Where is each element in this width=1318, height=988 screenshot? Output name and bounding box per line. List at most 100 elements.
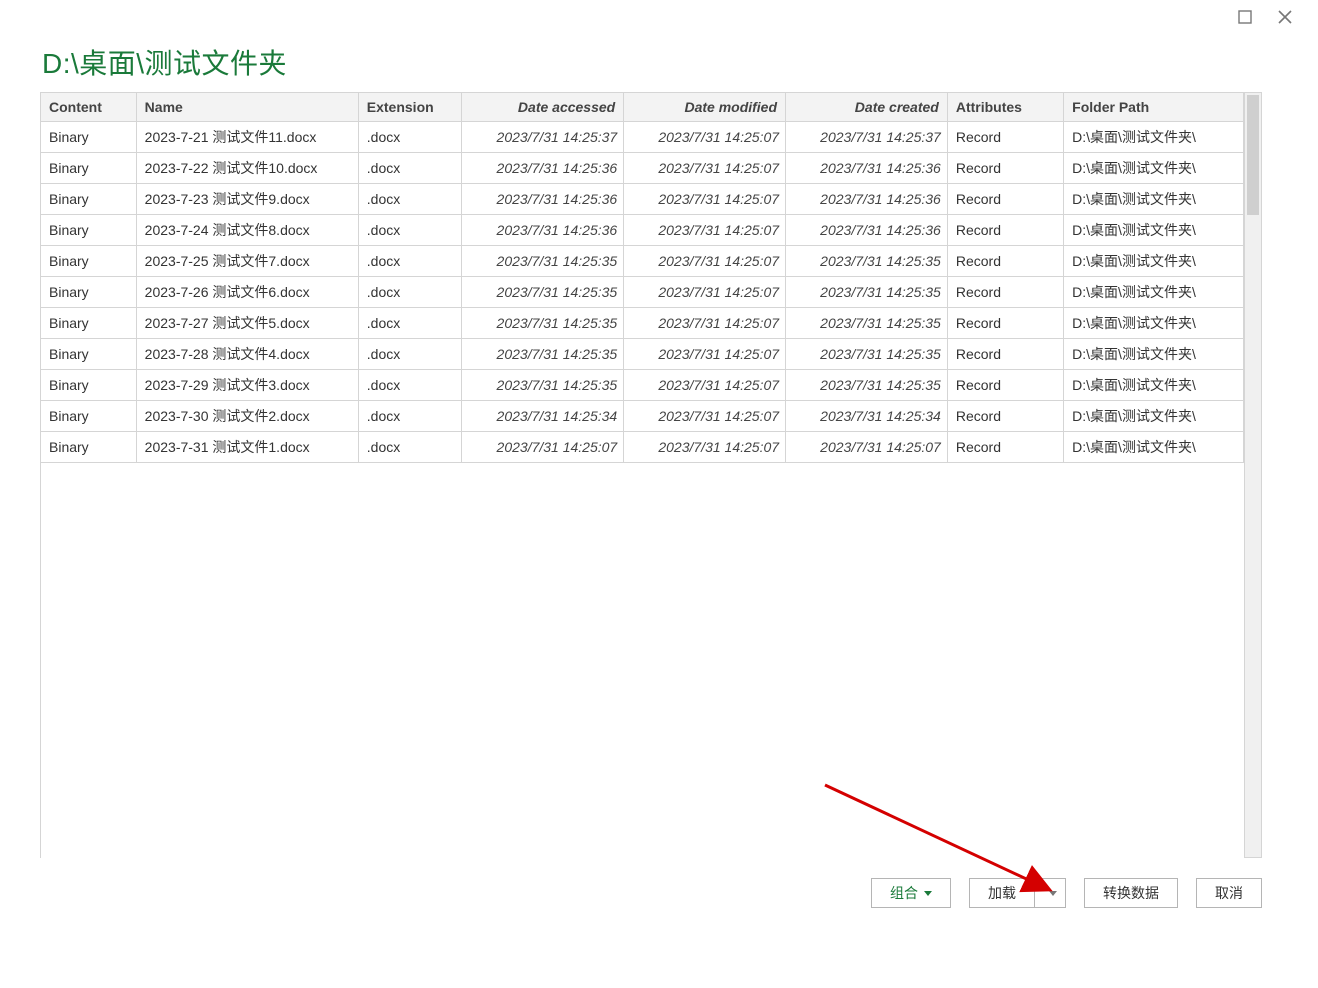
chevron-down-icon xyxy=(1049,891,1057,896)
table-row[interactable]: Binary2023-7-21 测试文件11.docx.docx 2023/7/3… xyxy=(41,122,1244,153)
cell-date-accessed: 2023/7/31 14:25:36 xyxy=(462,153,624,184)
dialog-window: D:\桌面\测试文件夹 Content Name Extension Date … xyxy=(0,0,1318,988)
cancel-button[interactable]: 取消 xyxy=(1196,878,1262,908)
cell-date-accessed: 2023/7/31 14:25:36 xyxy=(462,215,624,246)
scrollbar-thumb[interactable] xyxy=(1247,95,1259,215)
cell-date-created: 2023/7/31 14:25:35 xyxy=(786,246,948,277)
cell-date-created: 2023/7/31 14:25:34 xyxy=(786,401,948,432)
load-button[interactable]: 加载 xyxy=(969,878,1034,908)
cell-content: Binary xyxy=(41,308,136,339)
col-folder-path[interactable]: Folder Path xyxy=(1064,93,1244,122)
cell-content: Binary xyxy=(41,246,136,277)
cell-attributes: Record xyxy=(947,246,1063,277)
cell-date-created: 2023/7/31 14:25:36 xyxy=(786,184,948,215)
cell-date-accessed: 2023/7/31 14:25:35 xyxy=(462,339,624,370)
close-button[interactable] xyxy=(1276,8,1294,26)
table-row[interactable]: Binary2023-7-23 测试文件9.docx.docx2023/7/31… xyxy=(41,184,1244,215)
cell-folder-path: D:\桌面\测试文件夹\ xyxy=(1064,184,1244,215)
cell-content: Binary xyxy=(41,184,136,215)
combine-button[interactable]: 组合 xyxy=(871,878,951,908)
cell-extension: .docx xyxy=(358,370,462,401)
cell-extension: .docx xyxy=(358,246,462,277)
cell-date-created: 2023/7/31 14:25:36 xyxy=(786,153,948,184)
cell-folder-path: D:\桌面\测试文件夹\ xyxy=(1064,308,1244,339)
cell-date-accessed: 2023/7/31 14:25:35 xyxy=(462,370,624,401)
cell-folder-path: D:\桌面\测试文件夹\ xyxy=(1064,246,1244,277)
cell-name: 2023-7-31 测试文件1.docx xyxy=(136,432,358,463)
folder-path-title: D:\桌面\测试文件夹 xyxy=(42,42,287,82)
cell-extension: .docx xyxy=(358,277,462,308)
cell-attributes: Record xyxy=(947,370,1063,401)
cell-extension: .docx xyxy=(358,339,462,370)
transform-label: 转换数据 xyxy=(1103,883,1159,903)
cell-date-created: 2023/7/31 14:25:36 xyxy=(786,215,948,246)
cell-content: Binary xyxy=(41,215,136,246)
table-row[interactable]: Binary2023-7-25 测试文件7.docx.docx2023/7/31… xyxy=(41,246,1244,277)
cell-name: 2023-7-26 测试文件6.docx xyxy=(136,277,358,308)
col-date-accessed[interactable]: Date accessed xyxy=(462,93,624,122)
table-row[interactable]: Binary2023-7-30 测试文件2.docx.docx2023/7/31… xyxy=(41,401,1244,432)
cell-content: Binary xyxy=(41,401,136,432)
cell-date-accessed: 2023/7/31 14:25:35 xyxy=(462,308,624,339)
cell-attributes: Record xyxy=(947,401,1063,432)
cell-name: 2023-7-30 测试文件2.docx xyxy=(136,401,358,432)
cell-date-accessed: 2023/7/31 14:25:34 xyxy=(462,401,624,432)
cell-date-created: 2023/7/31 14:25:35 xyxy=(786,308,948,339)
cell-date-modified: 2023/7/31 14:25:07 xyxy=(624,153,786,184)
table-row[interactable]: Binary2023-7-26 测试文件6.docx.docx2023/7/31… xyxy=(41,277,1244,308)
cell-name: 2023-7-21 测试文件11.docx xyxy=(136,122,358,153)
cell-folder-path: D:\桌面\测试文件夹\ xyxy=(1064,153,1244,184)
table-row[interactable]: Binary2023-7-31 测试文件1.docx.docx2023/7/31… xyxy=(41,432,1244,463)
cell-name: 2023-7-28 测试文件4.docx xyxy=(136,339,358,370)
cell-date-created: 2023/7/31 14:25:07 xyxy=(786,432,948,463)
cell-date-created: 2023/7/31 14:25:35 xyxy=(786,339,948,370)
cell-date-modified: 2023/7/31 14:25:07 xyxy=(624,401,786,432)
table-row[interactable]: Binary2023-7-22 测试文件10.docx.docx2023/7/3… xyxy=(41,153,1244,184)
table-row[interactable]: Binary2023-7-29 测试文件3.docx.docx2023/7/31… xyxy=(41,370,1244,401)
cell-extension: .docx xyxy=(358,153,462,184)
table-row[interactable]: Binary2023-7-24 测试文件8.docx.docx2023/7/31… xyxy=(41,215,1244,246)
cell-date-created: 2023/7/31 14:25:35 xyxy=(786,370,948,401)
col-date-created[interactable]: Date created xyxy=(786,93,948,122)
cell-name: 2023-7-22 测试文件10.docx xyxy=(136,153,358,184)
cell-extension: .docx xyxy=(358,122,462,153)
cell-attributes: Record xyxy=(947,122,1063,153)
cell-extension: .docx xyxy=(358,401,462,432)
transform-data-button[interactable]: 转换数据 xyxy=(1084,878,1178,908)
cell-folder-path: D:\桌面\测试文件夹\ xyxy=(1064,339,1244,370)
col-date-modified[interactable]: Date modified xyxy=(624,93,786,122)
col-attributes[interactable]: Attributes xyxy=(947,93,1063,122)
cell-date-accessed: 2023/7/31 14:25:35 xyxy=(462,246,624,277)
combine-label: 组合 xyxy=(890,883,918,903)
cell-date-accessed: 2023/7/31 14:25:07 xyxy=(462,432,624,463)
cell-folder-path: D:\桌面\测试文件夹\ xyxy=(1064,370,1244,401)
vertical-scrollbar[interactable] xyxy=(1244,92,1262,858)
cell-date-created: 2023/7/31 14:25:35 xyxy=(786,277,948,308)
cell-attributes: Record xyxy=(947,184,1063,215)
cell-folder-path: D:\桌面\测试文件夹\ xyxy=(1064,277,1244,308)
table-row[interactable]: Binary2023-7-28 测试文件4.docx.docx2023/7/31… xyxy=(41,339,1244,370)
cell-date-modified: 2023/7/31 14:25:07 xyxy=(624,246,786,277)
cell-name: 2023-7-29 测试文件3.docx xyxy=(136,370,358,401)
cell-date-modified: 2023/7/31 14:25:07 xyxy=(624,308,786,339)
table-row[interactable]: Binary2023-7-27 测试文件5.docx.docx2023/7/31… xyxy=(41,308,1244,339)
cell-attributes: Record xyxy=(947,215,1063,246)
cell-content: Binary xyxy=(41,122,136,153)
cell-folder-path: D:\桌面\测试文件夹\ xyxy=(1064,401,1244,432)
cell-extension: .docx xyxy=(358,215,462,246)
col-content[interactable]: Content xyxy=(41,93,136,122)
cell-date-accessed: 2023/7/31 14:25:36 xyxy=(462,184,624,215)
header-row: Content Name Extension Date accessed Dat… xyxy=(41,93,1244,122)
col-name[interactable]: Name xyxy=(136,93,358,122)
cell-content: Binary xyxy=(41,339,136,370)
col-extension[interactable]: Extension xyxy=(358,93,462,122)
cell-date-accessed: 2023/7/31 14:25:35 xyxy=(462,277,624,308)
cell-date-modified: 2023/7/31 14:25:07 xyxy=(624,122,786,153)
cell-content: Binary xyxy=(41,277,136,308)
titlebar xyxy=(1236,0,1318,34)
cell-attributes: Record xyxy=(947,432,1063,463)
maximize-button[interactable] xyxy=(1236,8,1254,26)
load-label: 加载 xyxy=(988,883,1016,903)
cell-date-created: 2023/7/31 14:25:37 xyxy=(786,122,948,153)
load-dropdown-button[interactable] xyxy=(1034,878,1066,908)
